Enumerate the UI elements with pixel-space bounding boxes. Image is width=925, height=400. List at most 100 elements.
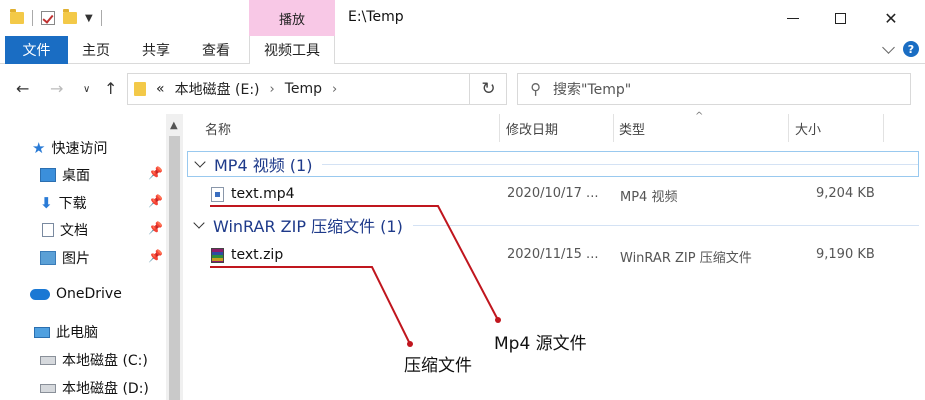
ribbon-tabs: 文件 主页 共享 查看 视频工具 ?	[0, 36, 925, 64]
tab-view[interactable]: 查看	[202, 36, 230, 64]
file-modified: 2020/10/17 ...	[507, 186, 599, 201]
navigation-pane: ★ 快速访问 桌面 📌 ⬇ 下载 📌 文档 📌 图片 📌 OneDrive 此电…	[0, 114, 166, 400]
star-icon: ★	[32, 139, 46, 157]
column-divider[interactable]	[613, 114, 614, 142]
folder-icon	[134, 82, 146, 96]
customize-toolbar-dropdown-icon[interactable]: ▼	[85, 13, 93, 24]
expand-ribbon-chevron-icon[interactable]	[882, 40, 895, 54]
toolbar-divider	[32, 10, 33, 26]
up-arrow-icon[interactable]: ↑	[104, 79, 117, 98]
group-label: WinRAR ZIP 压缩文件 (1)	[213, 217, 403, 236]
maximize-button[interactable]	[817, 0, 863, 36]
maximize-icon	[834, 12, 846, 24]
title-bar: ▼ 播放 E:\Temp ✕	[0, 0, 925, 36]
help-icon[interactable]: ?	[903, 41, 919, 57]
scroll-up-arrow-icon[interactable]: ▲	[170, 120, 178, 131]
sidebar-item-downloads[interactable]: ⬇ 下载	[40, 193, 87, 213]
forward-arrow-icon[interactable]: →	[50, 79, 63, 98]
file-name: text.zip	[231, 247, 284, 263]
tab-share[interactable]: 共享	[142, 36, 170, 64]
file-modified: 2020/11/15 ...	[507, 247, 599, 262]
pin-icon: 📌	[148, 166, 163, 180]
file-list: 名称 修改日期 类型 ^ 大小 MP4 视频 (1) text.mp4 2020…	[183, 111, 925, 400]
refresh-icon: ↻	[481, 79, 496, 99]
pictures-icon	[40, 251, 56, 265]
tab-home[interactable]: 主页	[82, 36, 110, 64]
new-folder-icon[interactable]	[63, 9, 77, 24]
winrar-zip-icon	[211, 248, 224, 263]
mp4-file-icon	[211, 187, 224, 202]
sidebar-item-label: OneDrive	[56, 286, 122, 302]
breadcrumb-drive-e[interactable]: 本地磁盘 (E:)	[175, 79, 260, 99]
group-label: MP4 视频 (1)	[214, 156, 313, 175]
minimize-button[interactable]	[770, 0, 816, 36]
toolbar-divider	[100, 10, 102, 26]
sidebar-item-pictures[interactable]: 图片	[40, 248, 90, 268]
properties-icon[interactable]	[41, 11, 55, 25]
breadcrumb-separator-icon[interactable]: ›	[332, 82, 337, 97]
column-divider[interactable]	[788, 114, 789, 142]
table-row[interactable]: text.zip 2020/11/15 ... WinRAR ZIP 压缩文件 …	[183, 243, 925, 267]
table-row[interactable]: text.mp4 2020/10/17 ... MP4 视频 9,204 KB	[183, 182, 925, 206]
ribbon-right-controls: ?	[882, 40, 919, 57]
sidebar-item-label: 图片	[62, 251, 90, 267]
breadcrumb-temp[interactable]: Temp	[285, 81, 322, 97]
recent-locations-chevron-icon[interactable]: ∨	[83, 84, 90, 95]
group-header-zip[interactable]: WinRAR ZIP 压缩文件 (1)	[187, 212, 919, 238]
sidebar-item-label: 桌面	[62, 168, 90, 184]
cloud-icon	[30, 288, 50, 300]
column-header-modified[interactable]: 修改日期	[506, 114, 558, 142]
sidebar-item-this-pc[interactable]: 此电脑	[34, 322, 98, 342]
pin-icon: 📌	[148, 194, 163, 208]
minimize-icon	[787, 17, 799, 19]
file-size: 9,204 KB	[816, 186, 875, 201]
download-icon: ⬇	[40, 194, 53, 212]
navigation-bar: ← → ∨ ↑ « 本地磁盘 (E:) › Temp › ↻ ⚲ 搜索"Temp…	[0, 64, 925, 114]
group-header-mp4[interactable]: MP4 视频 (1)	[187, 151, 919, 177]
sort-ascending-icon: ^	[695, 111, 704, 122]
column-divider[interactable]	[499, 114, 500, 142]
file-type: MP4 视频	[620, 190, 678, 205]
desktop-icon	[40, 168, 56, 182]
sidebar-item-drive-d[interactable]: 本地磁盘 (D:)	[40, 378, 149, 398]
drive-icon	[40, 355, 56, 365]
search-box[interactable]: ⚲ 搜索"Temp"	[517, 73, 911, 105]
back-arrow-icon[interactable]: ←	[16, 79, 29, 98]
pin-icon: 📌	[148, 221, 163, 235]
column-divider[interactable]	[883, 114, 884, 142]
document-icon	[42, 223, 54, 237]
mp4-source-annotation: Mp4 源文件	[494, 334, 587, 354]
address-bar[interactable]: « 本地磁盘 (E:) › Temp ›	[127, 73, 507, 105]
tab-file[interactable]: 文件	[5, 36, 68, 64]
sidebar-item-label: 此电脑	[56, 325, 98, 341]
chevron-down-icon[interactable]	[193, 217, 205, 229]
sidebar-item-label: 快速访问	[51, 141, 108, 157]
sidebar-scrollbar[interactable]: ▲	[166, 114, 183, 400]
sidebar-item-desktop[interactable]: 桌面	[40, 165, 90, 185]
sidebar-item-quick-access[interactable]: ★ 快速访问	[32, 138, 107, 158]
sidebar-item-label: 本地磁盘 (D:)	[62, 381, 149, 397]
file-name: text.mp4	[231, 186, 295, 202]
sidebar-item-label: 文档	[60, 223, 88, 239]
chevron-down-icon[interactable]	[194, 156, 206, 168]
quick-access-toolbar: ▼	[10, 9, 102, 26]
zip-annotation: 压缩文件	[404, 356, 472, 376]
drive-icon	[40, 383, 56, 393]
folder-icon	[10, 9, 24, 24]
scrollbar-thumb[interactable]	[169, 136, 180, 400]
sidebar-item-documents[interactable]: 文档	[42, 220, 88, 240]
refresh-button[interactable]: ↻	[469, 73, 507, 105]
tab-video-tools[interactable]: 视频工具	[249, 36, 335, 64]
context-tab-play-header: 播放	[249, 0, 335, 36]
search-placeholder: 搜索"Temp"	[553, 82, 632, 98]
sidebar-item-onedrive[interactable]: OneDrive	[30, 286, 122, 302]
breadcrumb-separator-icon[interactable]: ›	[270, 82, 275, 97]
close-icon: ✕	[884, 8, 898, 28]
column-header-name[interactable]: 名称	[205, 114, 231, 142]
computer-icon	[34, 326, 50, 338]
sidebar-item-drive-c[interactable]: 本地磁盘 (C:)	[40, 350, 148, 370]
close-button[interactable]: ✕	[868, 0, 914, 36]
column-header-type[interactable]: 类型	[619, 114, 645, 142]
column-header-size[interactable]: 大小	[795, 114, 821, 142]
breadcrumb-overflow[interactable]: «	[156, 81, 165, 97]
